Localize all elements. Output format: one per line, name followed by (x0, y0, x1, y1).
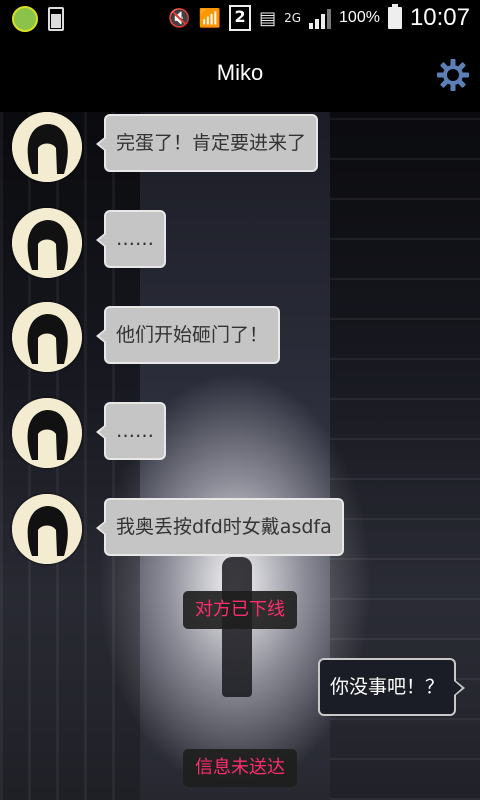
chat-title: Miko (216, 60, 264, 85)
battery-percent: 100% (339, 9, 380, 26)
message-bubble-incoming[interactable]: …… (96, 210, 166, 268)
message-bubble-incoming[interactable]: 我奥丢按dfd时女戴asdfa (96, 498, 344, 556)
message-bubble-outgoing[interactable]: 你没事吧！？ (317, 658, 466, 716)
avatar[interactable] (12, 302, 82, 372)
status-notice-offline: 对方已下线 (183, 591, 297, 629)
status-notice-undelivered: 信息未送达 (183, 749, 297, 787)
gear-icon[interactable] (436, 58, 470, 92)
avatar[interactable] (12, 112, 82, 182)
message-bubble-incoming[interactable]: 完蛋了！肯定要进来了 (95, 114, 319, 172)
status-bar: 🔇 📶 2 ▤ 2G 100% 10:07 (0, 0, 480, 38)
avatar[interactable] (12, 208, 82, 278)
signal-icon (309, 7, 332, 29)
wifi-icon: 📶 (198, 7, 222, 29)
battery-icon (387, 4, 402, 29)
sim-number-icon: 2 (229, 5, 252, 31)
app-notification-icon (12, 6, 38, 32)
mute-icon: 🔇 (168, 7, 191, 29)
avatar[interactable] (12, 494, 82, 564)
clock: 10:07 (409, 4, 470, 31)
avatar[interactable] (12, 398, 82, 468)
title-bar: Miko (0, 38, 480, 112)
message-bubble-incoming[interactable]: …… (96, 402, 166, 460)
message-bubble-incoming[interactable]: 他们开始砸门了！ (95, 306, 281, 364)
network-type: 2G (284, 11, 302, 25)
sim-card-icon: ▤ (259, 7, 277, 29)
battery-notification-icon (48, 7, 64, 31)
